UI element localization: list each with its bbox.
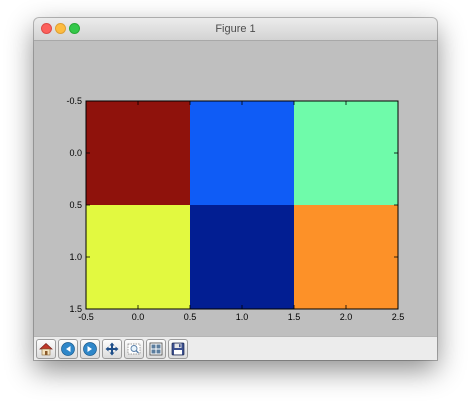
home-icon [39,343,53,356]
back-arrow-icon [61,342,75,356]
title-bar[interactable]: Figure 1 [34,18,437,41]
heatmap-cell-r1-c0 [86,205,190,309]
x-tick-label: 0.0 [132,312,145,322]
figure-window: Figure 1 -0.5 0.0 0.5 1.0 1.5 2.0 2.5 -0.5 0.0 0… [34,18,437,360]
navigation-toolbar [34,336,437,360]
zoom-rect-icon [127,343,141,355]
y-tick-label: 1.5 [69,304,82,314]
forward-arrow-icon [83,342,97,356]
home-button[interactable] [36,339,56,359]
x-tick-label: 2.0 [340,312,353,322]
y-tick-label: 0.0 [69,148,82,158]
x-tick-label: 1.5 [288,312,301,322]
save-floppy-icon [171,342,185,356]
subplots-button[interactable] [146,339,166,359]
x-tick-label: 2.5 [392,312,405,322]
y-tick-label: 1.0 [69,252,82,262]
subplots-config-icon [149,342,163,356]
back-button[interactable] [58,339,78,359]
x-tick-label: 0.5 [184,312,197,322]
heatmap-cell-r0-c0 [86,101,190,205]
y-tick-labels: -0.5 0.0 0.5 1.0 1.5 [66,96,82,314]
y-tick-label: -0.5 [66,96,82,106]
pan-button[interactable] [102,339,122,359]
forward-button[interactable] [80,339,100,359]
heatmap-cell-r1-c2 [294,205,398,309]
heatmap-cell-r0-c2 [294,101,398,205]
x-tick-labels: -0.5 0.0 0.5 1.0 1.5 2.0 2.5 [78,312,404,322]
heatmap-plot[interactable]: -0.5 0.0 0.5 1.0 1.5 2.0 2.5 -0.5 0.0 0.5 1.0 1.5 [34,41,437,336]
zoom-button[interactable] [124,339,144,359]
heatmap-cells [86,101,398,309]
window-title: Figure 1 [215,23,256,35]
pan-move-icon [105,342,119,356]
figure-canvas[interactable]: -0.5 0.0 0.5 1.0 1.5 2.0 2.5 -0.5 0.0 0.5 1.0 1.5 [34,41,437,336]
save-button[interactable] [168,339,188,359]
heatmap-cell-r1-c1 [190,205,294,309]
y-tick-label: 0.5 [69,200,82,210]
x-tick-label: 1.0 [236,312,249,322]
heatmap-cell-r0-c1 [190,101,294,205]
